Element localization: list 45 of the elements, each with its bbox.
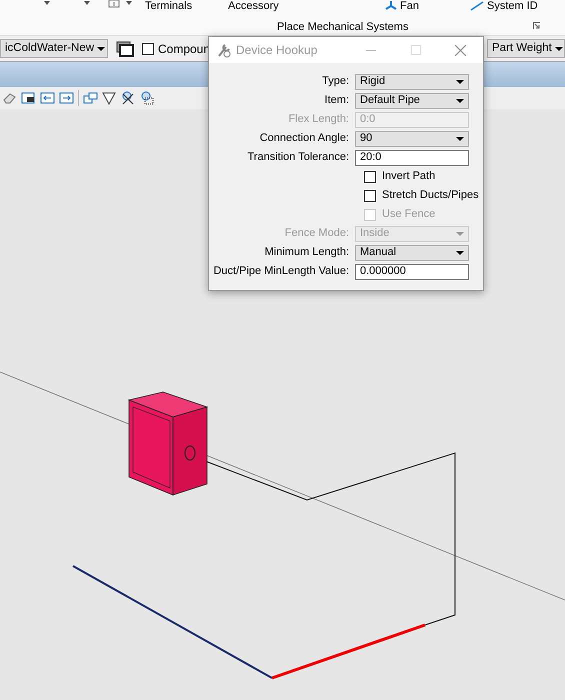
- input-field[interactable]: 0.000000: [355, 264, 469, 280]
- eraser-icon[interactable]: [2, 91, 17, 105]
- field-label: Item:: [324, 93, 350, 108]
- ribbon-button-label[interactable]: Accessory: [228, 0, 279, 14]
- dropdown-arrow-icon[interactable]: [44, 1, 50, 5]
- field-label: Minimum Length:: [264, 245, 350, 260]
- field-label: Connection Angle:: [258, 131, 350, 146]
- system-dropdown[interactable]: icColdWater-New: [0, 39, 108, 58]
- field-label: Flex Length:: [287, 112, 350, 128]
- field-label: Duct/Pipe MinLength Value:: [212, 264, 350, 280]
- ribbon-group-label: Place Mechanical Systems: [277, 20, 408, 35]
- ribbon-button[interactable]: Fan: [400, 0, 419, 14]
- compound-checkbox[interactable]: [142, 42, 154, 54]
- arrow-left-icon[interactable]: [40, 91, 55, 105]
- view-window-icon[interactable]: [21, 91, 36, 105]
- wrench-gear-icon: [216, 42, 231, 58]
- ribbon-button-label[interactable]: Terminals: [145, 0, 192, 14]
- field-label: Transition Tolerance:: [246, 150, 350, 166]
- checkbox-label: Invert Path: [382, 169, 436, 184]
- dialog-launcher-icon[interactable]: [533, 22, 540, 29]
- field-label: Type:: [321, 74, 350, 90]
- arrow-right-icon[interactable]: [59, 91, 74, 105]
- copy-windows-icon[interactable]: [83, 91, 98, 105]
- dropdown[interactable]: Rigid: [355, 74, 469, 90]
- part-weight-dropdown[interactable]: Part Weight: [487, 39, 565, 58]
- field-label: Fence Mode:: [284, 226, 350, 242]
- dropdown-arrow-icon[interactable]: [126, 1, 132, 5]
- terminal-icon[interactable]: [108, 0, 120, 8]
- close-icon: [455, 44, 466, 56]
- fan-icon: [385, 1, 397, 12]
- dialog-title: Device Hookup: [236, 42, 318, 59]
- dropdown[interactable]: Manual: [355, 244, 469, 260]
- checkbox-label: Use Fence: [382, 207, 436, 222]
- filter-icon[interactable]: [102, 91, 117, 105]
- checkbox[interactable]: [364, 190, 376, 202]
- dropdown[interactable]: 90: [355, 130, 469, 146]
- input-field[interactable]: 20:0: [355, 150, 469, 166]
- ribbon-button[interactable]: System ID: [487, 0, 538, 14]
- window-icon[interactable]: [116, 40, 134, 56]
- dropdown-arrow-icon[interactable]: [84, 1, 90, 5]
- shape-select-icon[interactable]: [140, 91, 155, 105]
- checkbox-label: Stretch Ducts/Pipes: [382, 188, 479, 204]
- dropdown[interactable]: Default Pipe: [355, 92, 469, 108]
- maximize-icon: [410, 45, 420, 55]
- checkbox[interactable]: [364, 170, 376, 182]
